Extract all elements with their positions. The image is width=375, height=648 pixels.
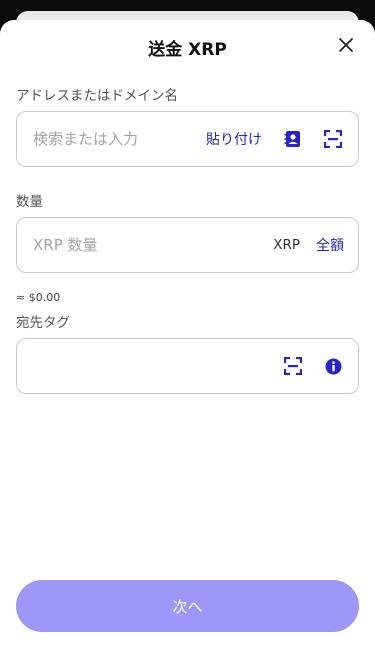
currency-unit: XRP [273, 237, 300, 253]
sheet-header: 送金 XRP [0, 20, 375, 72]
address-label: アドレスまたはドメイン名 [16, 88, 178, 104]
destination-tag-input[interactable] [33, 357, 282, 375]
tag-scan-button[interactable] [282, 355, 304, 377]
destination-tag-label: 宛先タグ [16, 315, 70, 331]
address-input[interactable] [33, 130, 206, 148]
qr-scan-icon [284, 357, 302, 375]
address-scan-button[interactable] [322, 128, 344, 150]
address-field: 貼り付け [16, 111, 359, 167]
send-sheet: 送金 XRP アドレスまたはドメイン名 貼り付け [0, 20, 375, 648]
paste-button[interactable]: 貼り付け [206, 129, 262, 149]
contacts-icon [284, 131, 300, 147]
close-button[interactable] [335, 34, 357, 56]
contacts-button[interactable] [282, 128, 304, 150]
info-button[interactable] [322, 355, 344, 377]
qr-scan-icon [324, 130, 342, 148]
destination-tag-field [16, 338, 359, 394]
close-icon [339, 38, 353, 52]
amount-input[interactable] [33, 236, 274, 254]
next-button[interactable]: 次へ [16, 580, 359, 632]
info-icon [325, 358, 341, 374]
max-amount-button[interactable]: 全額 [316, 235, 344, 255]
amount-field: XRP 全額 [16, 217, 359, 273]
page-title: 送金 XRP [148, 39, 227, 60]
amount-label: 数量 [16, 194, 43, 210]
fiat-estimate: ≈ $0.00 [16, 291, 61, 304]
